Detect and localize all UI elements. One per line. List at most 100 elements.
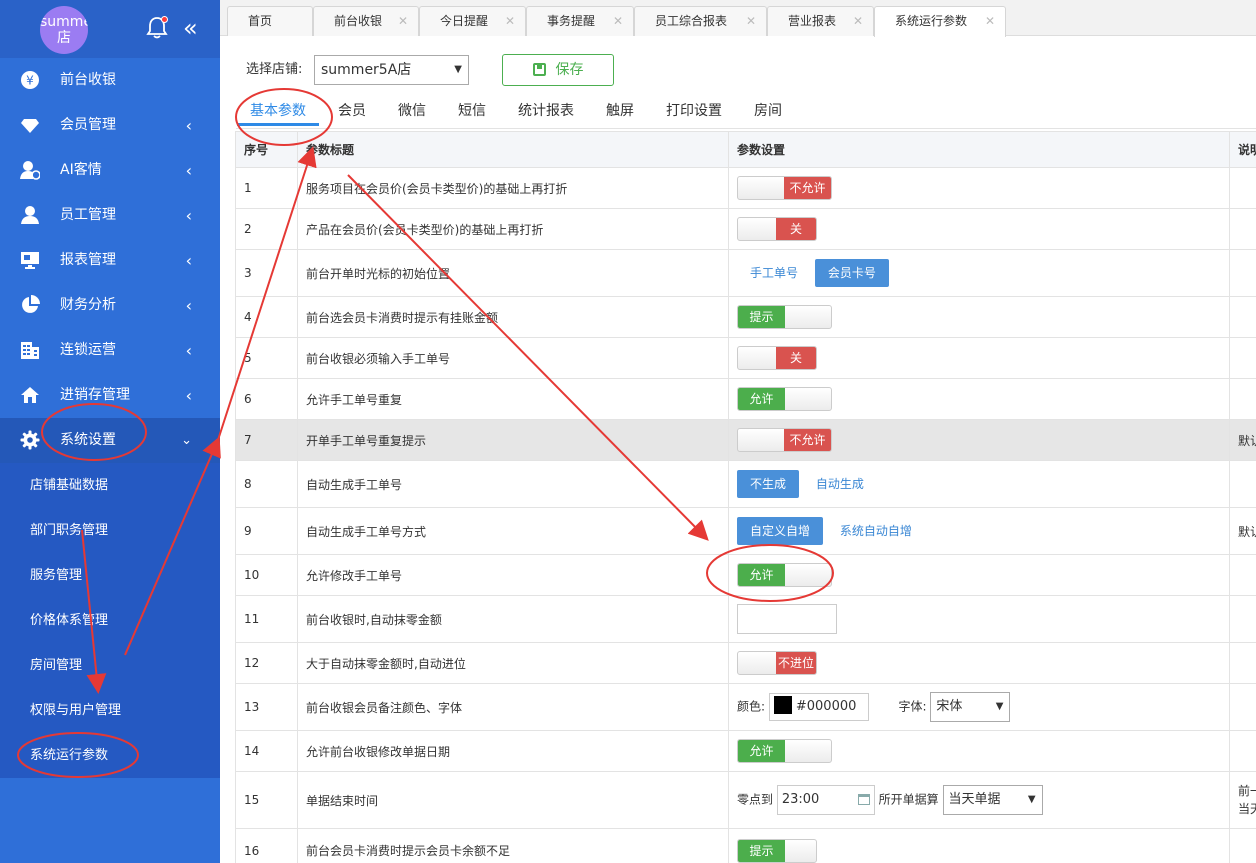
toggle-switch[interactable]: 允许	[737, 739, 832, 763]
subtab-wechat[interactable]: 微信	[398, 100, 426, 126]
tab-system-params[interactable]: 系统运行参数 ✕	[874, 6, 1006, 37]
toggle-switch[interactable]: 不允许	[737, 428, 832, 452]
dropdown-arrow-icon: ▼	[454, 64, 462, 75]
option-system-increment[interactable]: 系统自动自增	[827, 517, 925, 545]
store-select[interactable]: summer5A店 ▼	[314, 55, 469, 85]
toggle-switch[interactable]: 允许	[737, 387, 832, 411]
submenu-department[interactable]: 部门职务管理	[0, 508, 220, 553]
bill-day-select[interactable]: 当天单据 ▼	[942, 785, 1043, 815]
row-setting: 颜色: #000000 字体: 宋体 ▼	[728, 683, 1230, 731]
option-manual-no[interactable]: 手工单号	[737, 259, 811, 287]
pie-chart-icon	[20, 295, 40, 315]
col-header-no: 序号	[235, 131, 298, 168]
menu-system-settings[interactable]: 系统设置 ⌄	[0, 418, 220, 463]
option-auto-generate[interactable]: 自动生成	[803, 470, 877, 498]
submenu-room[interactable]: 房间管理	[0, 643, 220, 688]
submenu-system-params[interactable]: 系统运行参数	[0, 733, 220, 778]
tab-business-report[interactable]: 营业报表 ✕	[767, 6, 874, 36]
toggle-switch[interactable]: 允许	[737, 563, 832, 587]
chevron-left-icon: ‹	[185, 386, 192, 405]
menu-member[interactable]: 会员管理 ‹	[0, 103, 220, 148]
menu-label: 前台收银	[60, 72, 116, 88]
toggle-switch[interactable]: 提示	[737, 305, 832, 329]
row-no: 1	[235, 167, 298, 209]
toggle-switch[interactable]: 提示	[737, 838, 817, 863]
time-label: 零点到	[737, 792, 774, 807]
save-button[interactable]: 保存	[502, 54, 614, 86]
user-chat-icon	[20, 160, 41, 180]
collapse-sidebar-icon[interactable]: «	[183, 16, 197, 40]
tab-staff-report[interactable]: 员工综合报表 ✕	[634, 6, 767, 36]
subtab-sms[interactable]: 短信	[458, 100, 486, 126]
row-note	[1229, 296, 1256, 338]
submenu-permissions[interactable]: 权限与用户管理	[0, 688, 220, 733]
store-avatar[interactable]: summer5A店	[40, 6, 88, 54]
bell-icon[interactable]	[146, 16, 168, 42]
row-setting: 关	[728, 208, 1230, 250]
subtab-stats-report[interactable]: 统计报表	[518, 100, 574, 126]
row-no: 11	[235, 595, 298, 643]
menu-cashier[interactable]: ¥ 前台收银	[0, 58, 220, 103]
row-setting: 自定义自增 系统自动自增	[728, 507, 1230, 555]
table-row: 4 前台选会员卡消费时提示有挂账金额 提示	[235, 296, 1256, 338]
close-icon[interactable]: ✕	[985, 7, 995, 36]
submenu-price-system[interactable]: 价格体系管理	[0, 598, 220, 643]
menu-chain[interactable]: 连锁运营 ‹	[0, 328, 220, 373]
subtab-room[interactable]: 房间	[754, 100, 782, 126]
close-icon[interactable]: ✕	[746, 7, 756, 36]
calendar-icon[interactable]	[857, 794, 870, 805]
close-icon[interactable]: ✕	[398, 7, 408, 36]
table-row: 3 前台开单时光标的初始位置 手工单号 会员卡号	[235, 249, 1256, 297]
submenu-service[interactable]: 服务管理	[0, 553, 220, 598]
row-note	[1229, 595, 1256, 643]
toggle-switch[interactable]: 不允许	[737, 176, 832, 200]
tab-home[interactable]: 首页	[227, 6, 313, 36]
subtab-touchscreen[interactable]: 触屏	[606, 100, 634, 126]
toggle-switch[interactable]: 关	[737, 346, 817, 370]
store-select-label: 选择店铺:	[246, 62, 303, 77]
row-note	[1229, 167, 1256, 209]
note-line-2: 当天	[1238, 802, 1256, 816]
tab-task-reminders[interactable]: 事务提醒 ✕	[526, 6, 634, 36]
option-card-no[interactable]: 会员卡号	[814, 259, 889, 287]
floppy-disk-icon	[532, 63, 546, 76]
chevron-left-icon: ‹	[185, 206, 192, 225]
save-button-label: 保存	[555, 62, 584, 78]
color-picker[interactable]: #000000	[768, 693, 869, 721]
chevron-left-icon: ‹	[185, 161, 192, 180]
svg-text:¥: ¥	[26, 74, 34, 88]
row-setting: 提示	[728, 296, 1230, 338]
chevron-left-icon: ‹	[185, 116, 192, 135]
rounding-amount-input[interactable]	[737, 604, 837, 634]
subtab-member[interactable]: 会员	[338, 100, 366, 126]
close-icon[interactable]: ✕	[505, 7, 515, 36]
close-icon[interactable]: ✕	[853, 7, 863, 36]
option-no-generate[interactable]: 不生成	[737, 470, 800, 498]
subtab-print-settings[interactable]: 打印设置	[666, 100, 722, 126]
row-note: 默认	[1229, 419, 1256, 461]
table-row: 10 允许修改手工单号 允许	[235, 554, 1256, 596]
chevron-left-icon: ‹	[185, 341, 192, 360]
option-custom-increment[interactable]: 自定义自增	[737, 517, 824, 545]
tab-today-reminders[interactable]: 今日提醒 ✕	[419, 6, 526, 36]
toggle-switch[interactable]: 不进位	[737, 651, 817, 675]
end-time-input[interactable]: 23:00	[776, 785, 875, 815]
toggle-switch[interactable]: 关	[737, 217, 817, 241]
menu-staff[interactable]: 员工管理 ‹	[0, 193, 220, 238]
font-value: 宋体	[936, 699, 963, 714]
submenu-store-data[interactable]: 店铺基础数据	[0, 463, 220, 508]
menu-inventory[interactable]: 进销存管理 ‹	[0, 373, 220, 418]
menu-ai[interactable]: AI客情 ‹	[0, 148, 220, 193]
row-note	[1229, 683, 1256, 731]
row-no: 10	[235, 554, 298, 596]
tab-cashier[interactable]: 前台收银 ✕	[313, 6, 419, 36]
font-select[interactable]: 宋体 ▼	[930, 692, 1011, 722]
close-icon[interactable]: ✕	[613, 7, 623, 36]
row-setting: 手工单号 会员卡号	[728, 249, 1230, 297]
menu-finance[interactable]: 财务分析 ‹	[0, 283, 220, 328]
menu-reports[interactable]: 报表管理 ‹	[0, 238, 220, 283]
menu-label: 系统设置	[60, 432, 116, 448]
toggle-off-label: 不允许	[784, 177, 831, 199]
subtab-basic[interactable]: 基本参数	[237, 100, 319, 126]
note-line-1: 前一	[1238, 784, 1256, 798]
